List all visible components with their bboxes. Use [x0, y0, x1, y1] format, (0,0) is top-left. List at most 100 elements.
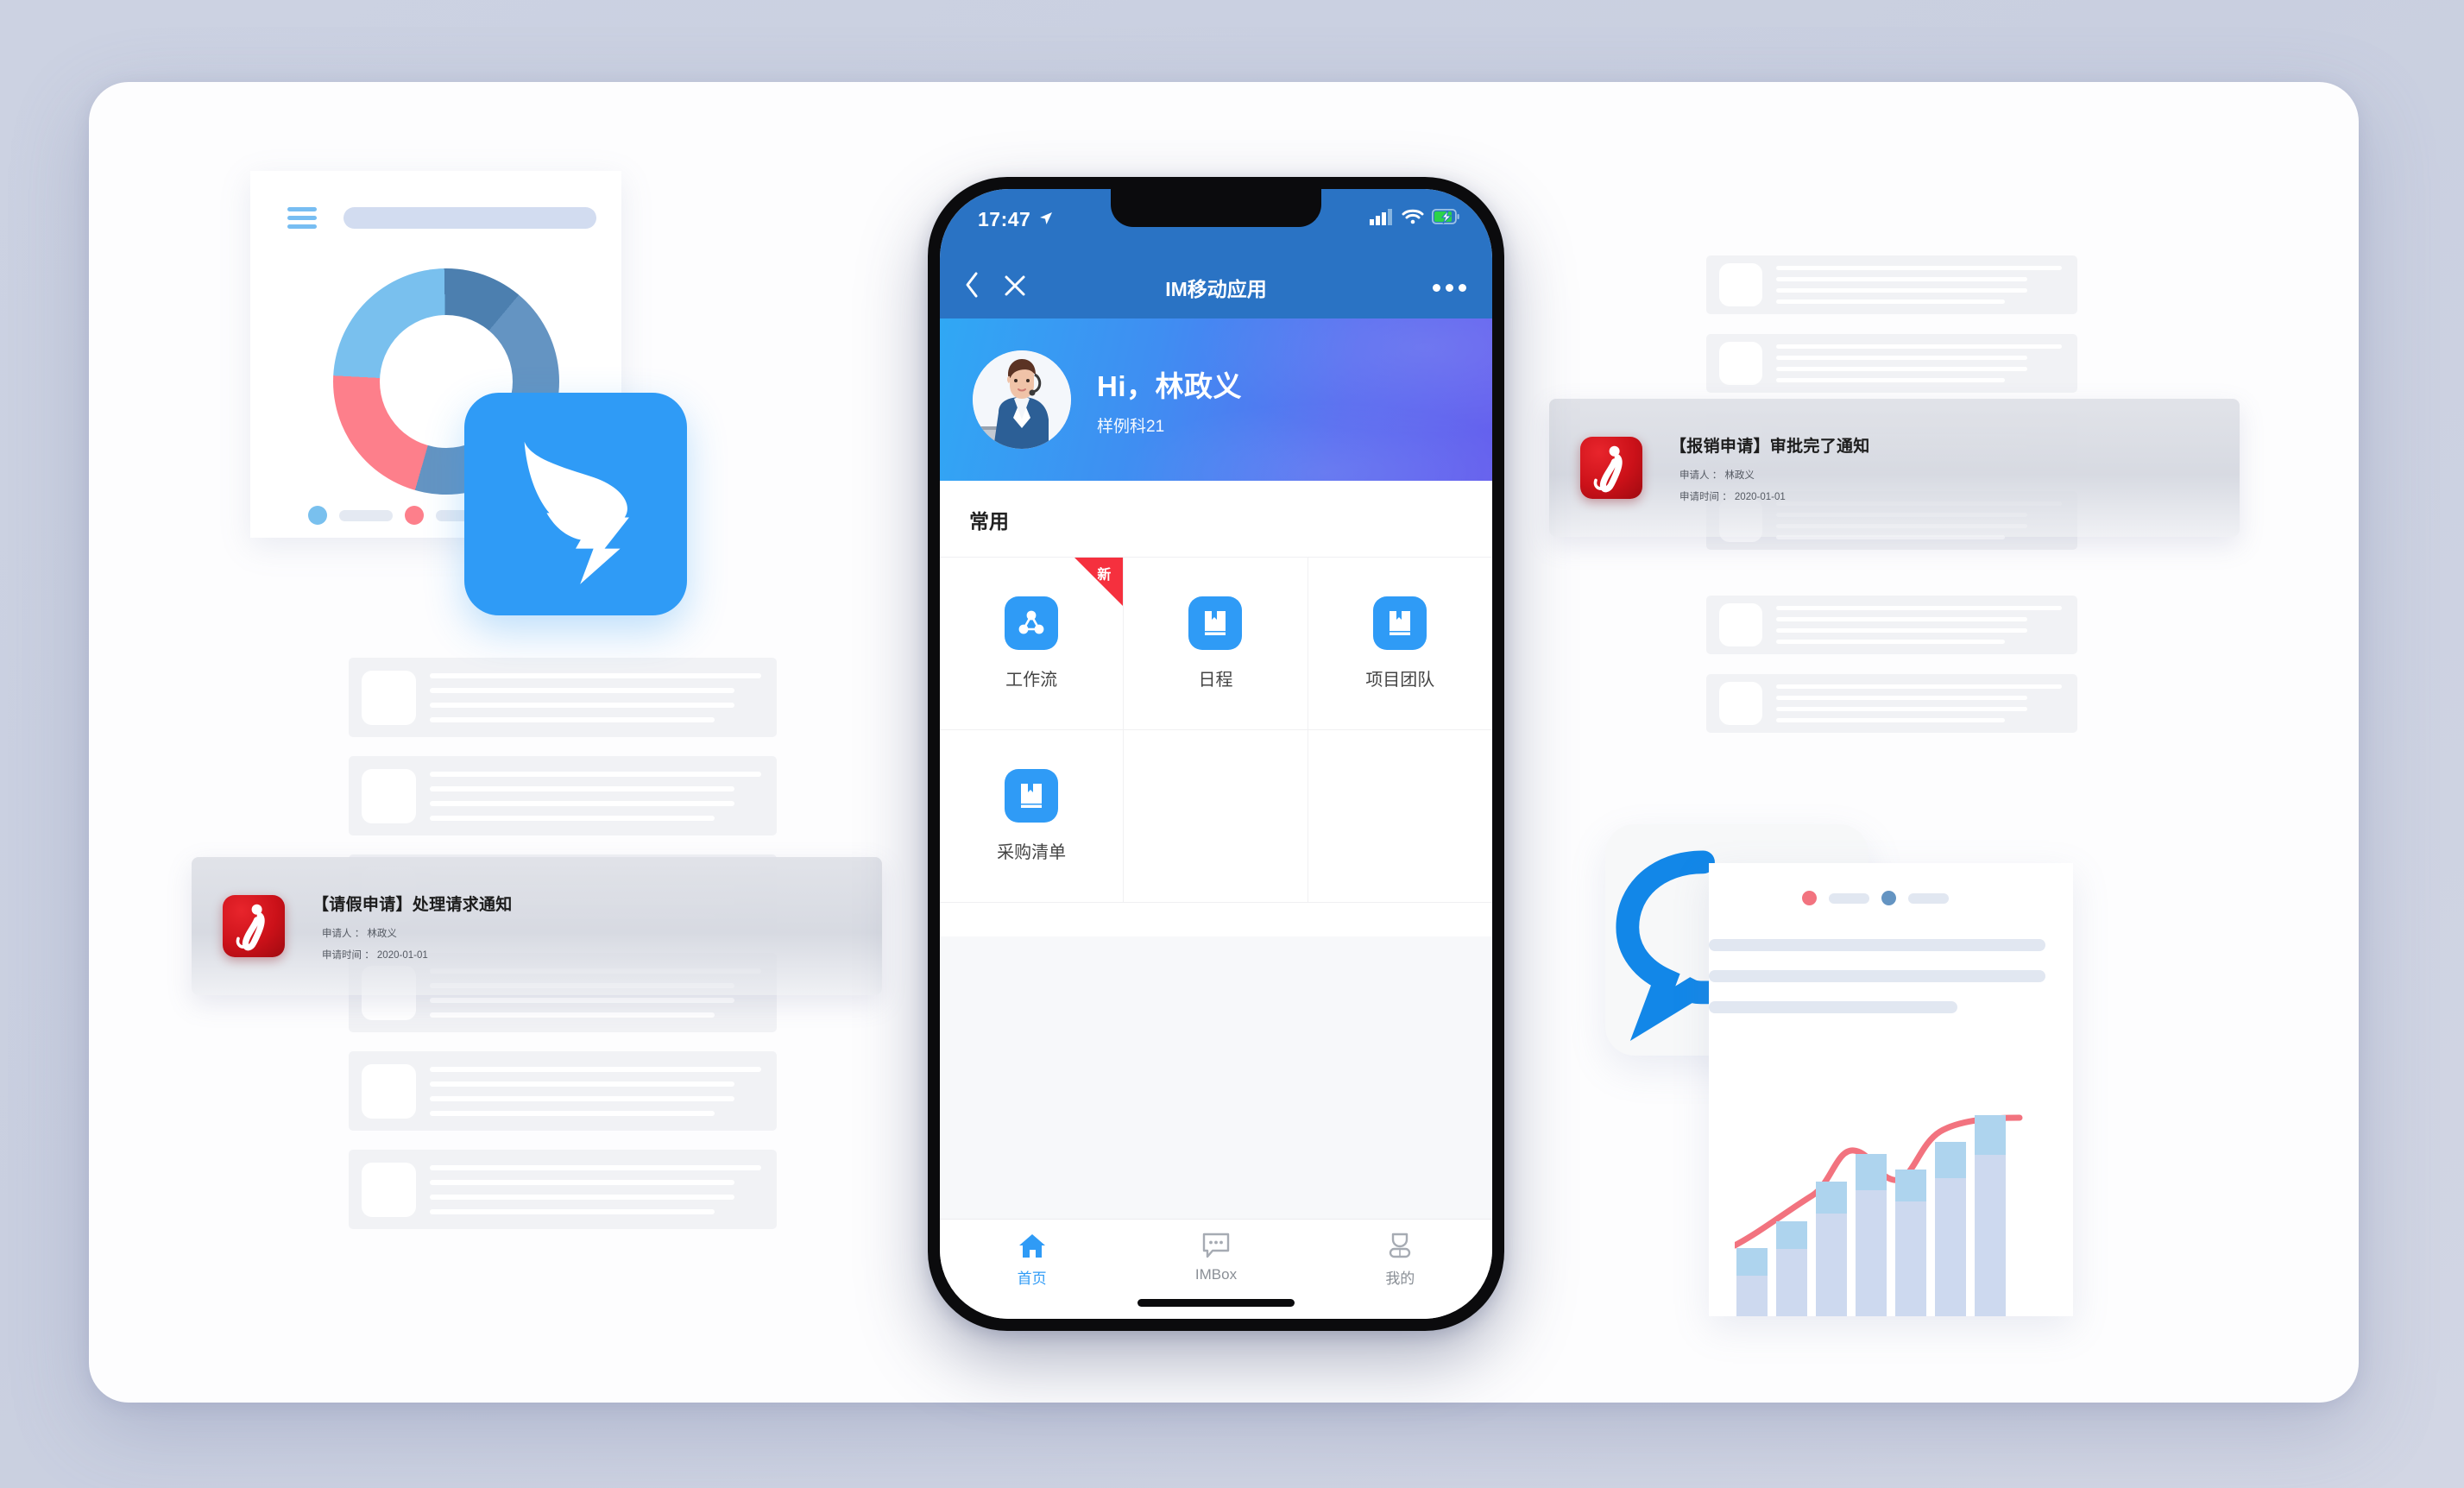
list-item[interactable] [1706, 674, 2077, 733]
notification-title: 【请假申请】处理请求通知 [312, 895, 513, 914]
location-arrow-icon [1040, 212, 1053, 224]
bar-group [1895, 1170, 1926, 1316]
text-placeholder [1709, 939, 2045, 951]
notification-time: 申请时间 ： 2020-01-01 [322, 948, 513, 962]
applicant-value: 林政义 [367, 928, 397, 939]
department-text: 样例科21 [1097, 417, 1165, 436]
text-placeholder [430, 672, 777, 722]
bar-group [1856, 1154, 1887, 1316]
list-item[interactable] [349, 658, 777, 737]
hamburger-menu-icon[interactable] [287, 207, 317, 230]
content-filler [940, 936, 1492, 1219]
thumbnail-placeholder [1719, 682, 1762, 725]
tab-mine[interactable]: 我的 [1308, 1220, 1492, 1319]
status-bar-time: 17:47 [978, 208, 1053, 231]
info-i-logo-icon [1580, 437, 1642, 499]
thumbnail-placeholder [1719, 342, 1762, 385]
book-calendar-icon [1005, 769, 1059, 823]
avatar[interactable] [973, 350, 1071, 449]
thumbnail-placeholder [362, 670, 416, 725]
list-item[interactable] [1706, 255, 2077, 314]
applicant-value: 林政义 [1724, 470, 1755, 481]
tab-home[interactable]: 首页 [940, 1220, 1124, 1319]
chart-legend [308, 506, 489, 525]
text-placeholder [430, 1164, 777, 1214]
legend-dot [405, 506, 424, 525]
new-badge-label: 新 [1097, 568, 1112, 583]
person-icon [1390, 1233, 1411, 1258]
notification-card[interactable]: 【报销申请】审批完了通知 申请人 ： 林政义 申请时间 ： 2020-01-01 [1549, 399, 2240, 537]
greeting-text: Hi，林政义 [1097, 369, 1242, 402]
bar-group [1935, 1142, 1966, 1316]
app-tile-project-team[interactable]: 项目团队 [1308, 558, 1492, 730]
notification-title: 【报销申请】审批完了通知 [1670, 437, 1870, 456]
app-tile-purchase-list[interactable]: 采购清单 [940, 730, 1125, 903]
page-title: IM移动应用 [1165, 278, 1267, 300]
app-tile-calendar[interactable]: 日程 [1124, 558, 1308, 730]
thumbnail-placeholder [362, 1162, 416, 1217]
workflow-share-icon [1005, 596, 1059, 650]
notification-applicant: 申请人 ： 林政义 [322, 926, 513, 940]
search-input[interactable] [343, 207, 596, 229]
time-label: 申请时间 ： [322, 949, 375, 961]
applicant-label: 申请人 ： [1679, 470, 1723, 481]
text-placeholder [1776, 606, 2077, 644]
app-tile-empty [1124, 730, 1308, 903]
bar-group [1736, 1248, 1768, 1316]
legend-dot [1881, 891, 1896, 905]
notification-card[interactable]: 【请假申请】处理请求通知 申请人 ： 林政义 申请时间 ： 2020-01-01 [192, 857, 882, 995]
tab-label: IMBox [1194, 1266, 1238, 1283]
home-icon [1018, 1234, 1045, 1258]
text-placeholder [430, 1066, 777, 1116]
list-item[interactable] [1706, 334, 2077, 393]
user-info: Hi，林政义 样例科21 [1097, 363, 1242, 437]
more-dots-icon[interactable] [1433, 283, 1466, 292]
bar-group [1776, 1221, 1807, 1316]
text-placeholder [1776, 344, 2077, 382]
nav-bar: IM移动应用 [940, 256, 1492, 318]
text-placeholder [1709, 1001, 1957, 1013]
text-placeholder [430, 771, 777, 821]
app-label: 工作流 [1005, 671, 1058, 690]
list-item[interactable] [349, 756, 777, 835]
book-calendar-icon [1188, 596, 1243, 650]
phone-mockup: 17:47 IM移动应用 Hi，林政义 样例科21 常用 新 工作流 日程 项目… [928, 177, 1504, 1331]
info-i-logo-icon [223, 895, 285, 957]
bar-chart [1735, 1100, 2052, 1316]
new-badge: 新 [1074, 558, 1124, 606]
app-tile-empty [1308, 730, 1492, 903]
list-item[interactable] [349, 1051, 777, 1131]
time-text: 17:47 [978, 208, 1031, 230]
text-placeholder [1776, 266, 2077, 304]
time-value: 2020-01-01 [376, 949, 428, 961]
section-title: 常用 [969, 510, 1009, 533]
thumbnail-placeholder [362, 768, 416, 823]
list-item[interactable] [1706, 596, 2077, 654]
app-tile-workflow[interactable]: 新 工作流 [940, 558, 1125, 730]
app-label: 采购清单 [997, 843, 1067, 862]
notification-applicant: 申请人 ： 林政义 [1679, 468, 1870, 482]
phone-notch [1111, 189, 1321, 227]
thumbnail-placeholder [1719, 603, 1762, 646]
phone-screen: 17:47 IM移动应用 Hi，林政义 样例科21 常用 新 工作流 日程 项目… [940, 189, 1492, 1319]
thumbnail-placeholder [1719, 263, 1762, 306]
applicant-label: 申请人 ： [322, 928, 365, 939]
thumbnail-placeholder [362, 1063, 416, 1119]
tab-label: 我的 [1385, 1270, 1415, 1287]
notification-content: 【请假申请】处理请求通知 申请人 ： 林政义 申请时间 ： 2020-01-01 [312, 892, 513, 962]
app-label: 日程 [1198, 671, 1233, 690]
wifi-icon [1402, 209, 1424, 224]
list-item[interactable] [349, 1150, 777, 1229]
legend-dot [308, 506, 327, 525]
dingtalk-logo [464, 393, 687, 615]
report-card [1709, 863, 2073, 1316]
status-bar: 17:47 [940, 189, 1492, 256]
time-value: 2020-01-01 [1734, 491, 1786, 502]
notification-time: 申请时间 ： 2020-01-01 [1679, 489, 1870, 503]
notification-content: 【报销申请】审批完了通知 申请人 ： 林政义 申请时间 ： 2020-01-01 [1670, 433, 1870, 503]
legend-label-placeholder [339, 509, 393, 521]
legend-label-placeholder [1829, 892, 1869, 904]
text-placeholder [1709, 970, 2045, 982]
text-placeholder [1776, 684, 2077, 722]
time-label: 申请时间 ： [1679, 491, 1732, 502]
